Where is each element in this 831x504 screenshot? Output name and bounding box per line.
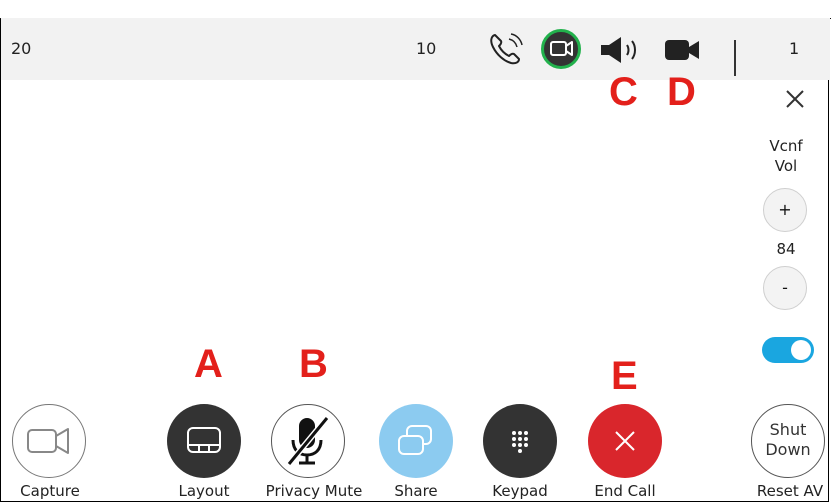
volume-down-button[interactable]: -: [763, 266, 807, 310]
top-strip: [0, 0, 831, 19]
annotation-c: C: [609, 70, 638, 114]
privacy-mute-button[interactable]: [271, 404, 345, 478]
layout-icon: [187, 427, 221, 453]
volume-toggle[interactable]: [762, 337, 814, 363]
keypad-button[interactable]: [483, 404, 557, 478]
close-icon: [615, 431, 635, 451]
volume-title: Vcnf Vol: [754, 136, 818, 176]
volume-title-line1: Vcnf: [769, 137, 803, 155]
annotation-b: B: [299, 342, 328, 386]
status-bar: 20 10 1: [1, 18, 830, 80]
keypad-label: Keypad: [492, 482, 548, 500]
capture-label: Capture: [20, 482, 80, 500]
share-button[interactable]: [379, 404, 453, 478]
phone-ringing-icon[interactable]: [487, 31, 527, 67]
end-call-button[interactable]: [588, 404, 662, 478]
close-icon[interactable]: [780, 84, 810, 114]
keypad-icon: [512, 431, 528, 453]
annotation-a: A: [194, 342, 223, 386]
volume-up-button[interactable]: +: [763, 188, 807, 232]
left-counter: 20: [11, 39, 32, 58]
share-screens-icon: [398, 425, 432, 455]
volume-level: 84: [776, 240, 796, 258]
volume-title-line2: Vol: [774, 157, 798, 175]
center-counter: 10: [416, 39, 437, 58]
camera-active-icon[interactable]: [541, 29, 581, 69]
toggle-knob: [791, 340, 811, 360]
capture-button[interactable]: [12, 404, 86, 478]
right-counter: 1: [789, 39, 800, 58]
shut-down-line2: Down: [765, 440, 811, 459]
camera-filled-icon[interactable]: [663, 38, 705, 62]
speaker-icon[interactable]: [597, 35, 649, 65]
annotation-e: E: [611, 354, 638, 398]
shut-down-button[interactable]: Shut Down: [751, 404, 825, 478]
layout-button[interactable]: [167, 404, 241, 478]
header-divider: [734, 40, 736, 76]
shut-down-text: Shut Down: [752, 405, 824, 460]
privacy-mute-label: Privacy Mute: [265, 482, 363, 500]
share-label: Share: [394, 482, 438, 500]
shut-down-line1: Shut: [769, 420, 807, 439]
end-call-label: End Call: [594, 482, 656, 500]
camera-outline-icon: [27, 428, 69, 454]
microphone-muted-icon: [286, 416, 330, 466]
layout-label: Layout: [178, 482, 230, 500]
annotation-d: D: [667, 70, 696, 114]
reset-av-label[interactable]: Reset AV: [750, 482, 830, 502]
